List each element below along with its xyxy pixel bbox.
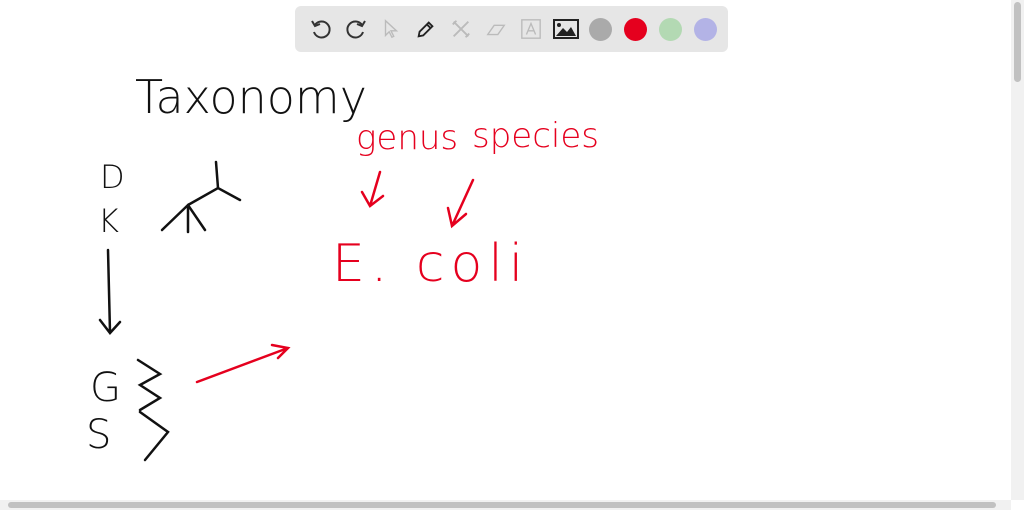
horizontal-scrollbar[interactable] <box>0 500 1011 510</box>
rank-genus: G <box>90 365 121 411</box>
taxonomy-title: Taxonomy <box>135 70 367 124</box>
species-label: species <box>472 116 599 156</box>
rank-kingdom: K <box>98 202 119 240</box>
arrow-species <box>446 178 475 229</box>
arrow-to-example <box>195 343 291 384</box>
tree-sketch <box>160 160 242 234</box>
rank-species: S <box>86 412 112 458</box>
vertical-scrollbar[interactable] <box>1011 0 1024 500</box>
brace-s <box>138 410 170 462</box>
arrow-genus <box>360 170 385 208</box>
down-arrow <box>98 248 122 335</box>
horizontal-scroll-thumb[interactable] <box>8 502 996 508</box>
vertical-scroll-thumb[interactable] <box>1014 2 1021 82</box>
brace-g <box>136 358 163 412</box>
example-name: E. coli <box>332 234 530 294</box>
rank-domain: D <box>100 158 125 196</box>
genus-label: genus <box>356 118 459 158</box>
